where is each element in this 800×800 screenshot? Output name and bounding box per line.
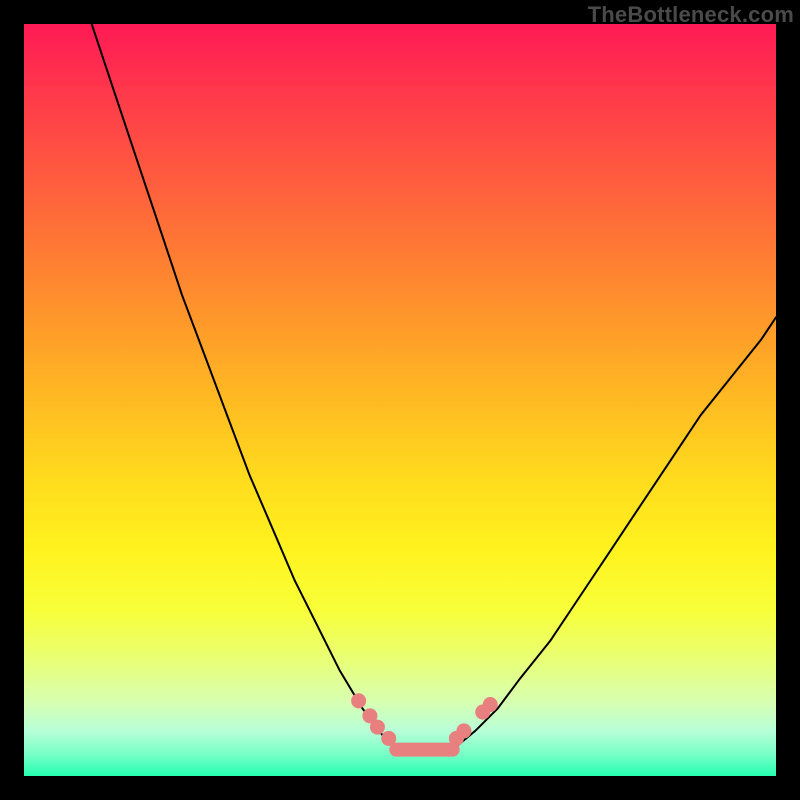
highlighted-points — [351, 693, 498, 746]
marker-point — [483, 697, 498, 712]
chart-frame: TheBottleneck.com — [0, 0, 800, 800]
watermark-text: TheBottleneck.com — [588, 2, 794, 28]
marker-point — [456, 723, 471, 738]
marker-point — [370, 720, 385, 735]
chart-svg — [24, 24, 776, 776]
right-curve — [453, 317, 776, 749]
marker-point — [351, 693, 366, 708]
left-curve — [92, 24, 397, 750]
chart-plot-area — [24, 24, 776, 776]
marker-point — [381, 731, 396, 746]
